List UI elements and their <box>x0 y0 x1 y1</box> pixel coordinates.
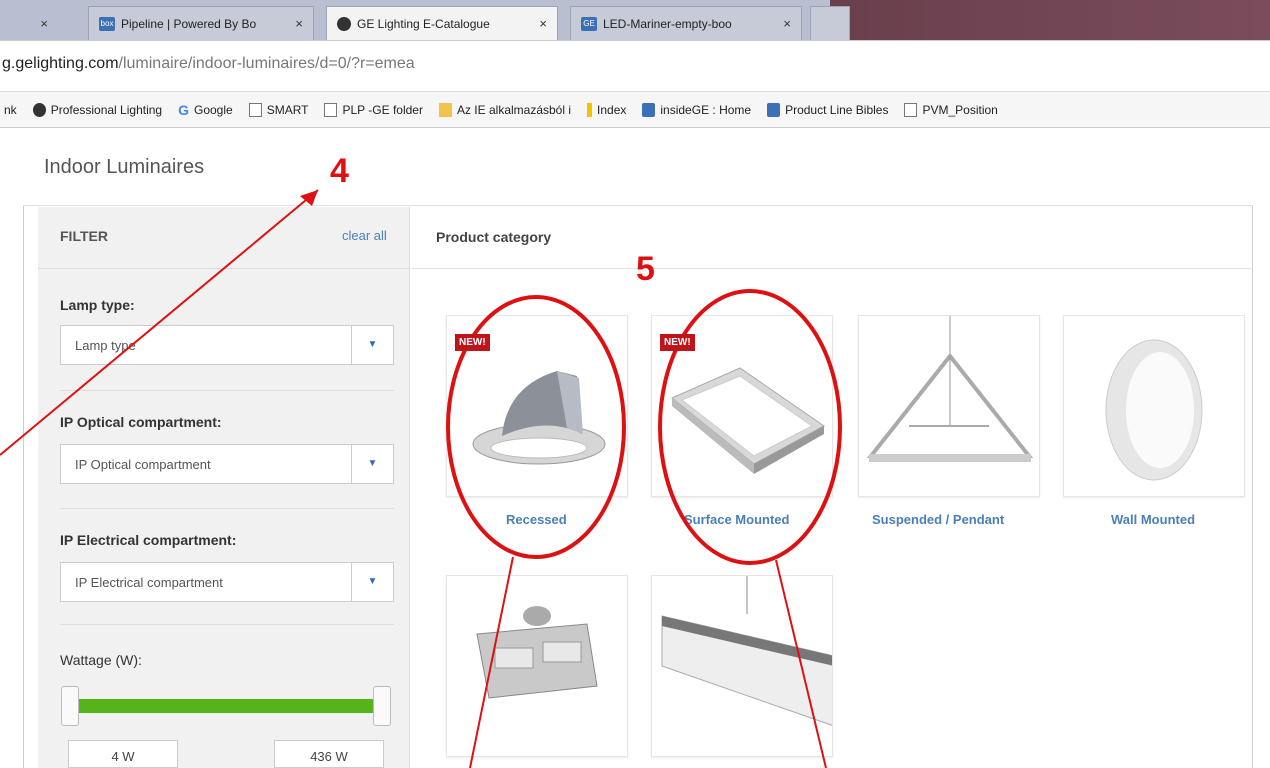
category-card-linear[interactable] <box>651 575 833 757</box>
bookmark-item[interactable]: PLP -GE folder <box>324 102 423 117</box>
bookmark-item[interactable]: Az IE alkalmazásból i <box>438 102 572 117</box>
category-card-highbay[interactable] <box>446 575 628 757</box>
bookmark-item[interactable]: PVM_Position <box>904 102 998 117</box>
address-bar[interactable]: g.gelighting.com/luminaire/indoor-lumina… <box>0 40 1270 92</box>
filter-label: FILTER <box>60 228 108 244</box>
bookmark-item[interactable]: SMART <box>248 102 309 117</box>
filter-sidebar <box>38 207 410 768</box>
bookmark-label: PVM_Position <box>922 102 998 117</box>
category-card-wall-mounted[interactable] <box>1063 315 1245 497</box>
page-header <box>23 128 1253 206</box>
pendant-luminaire-image <box>866 316 1034 462</box>
ip-electrical-select[interactable]: IP Electrical compartment ▼ <box>60 562 394 602</box>
new-tab-button[interactable] <box>810 6 850 40</box>
tab-title: GE Lighting E-Catalogue <box>357 16 490 31</box>
category-card-surface-mounted[interactable]: NEW! <box>651 315 833 497</box>
lamp-type-select[interactable]: Lamp type ▼ <box>60 325 394 365</box>
tab-bar-background <box>830 0 1270 40</box>
wattage-max-input[interactable]: 436 W <box>274 740 384 768</box>
page-icon <box>248 102 262 117</box>
category-card-suspended[interactable] <box>858 315 1040 497</box>
bookmark-label: Az IE alkalmazásból i <box>456 102 572 117</box>
product-category-title: Product category <box>436 229 552 245</box>
tab-ge-catalogue[interactable]: GE Lighting E-Catalogue × <box>326 6 558 40</box>
chevron-down-icon[interactable]: ▼ <box>351 563 393 601</box>
tab-title: Pipeline | Powered By Bo <box>121 16 257 31</box>
annotation-number-4: 4 <box>330 152 349 190</box>
page-icon <box>324 102 338 117</box>
ge-box-icon <box>642 102 656 117</box>
close-icon[interactable]: × <box>295 16 303 31</box>
ip-electrical-label: IP Electrical compartment: <box>60 532 237 548</box>
box-icon: box <box>99 16 115 31</box>
clear-all-link[interactable]: clear all <box>342 228 387 243</box>
ge-box-icon: GE <box>581 16 597 31</box>
ip-optical-label: IP Optical compartment: <box>60 414 222 430</box>
google-icon: G <box>178 101 189 118</box>
index-icon <box>587 102 593 117</box>
linear-luminaire-image <box>661 576 832 726</box>
category-card-recessed[interactable]: NEW! <box>446 315 628 497</box>
bookmark-label: Google <box>193 102 233 117</box>
close-icon[interactable]: × <box>539 16 547 31</box>
tab-led-mariner[interactable]: GE LED-Mariner-empty-boo × <box>570 6 802 40</box>
bookmark-label: Index <box>597 102 627 117</box>
bookmark-item[interactable]: insideGE : Home <box>642 102 752 117</box>
page-icon <box>904 102 918 117</box>
url-path: /luminaire/indoor-luminaires/d=0/?r=emea <box>118 55 415 72</box>
category-label[interactable]: Surface Mounted <box>684 512 789 527</box>
tab-pipeline[interactable]: box Pipeline | Powered By Bo × <box>88 6 314 40</box>
url-host: g.gelighting.com <box>2 55 119 72</box>
wattage-slider-max-handle[interactable] <box>373 686 391 726</box>
select-value: IP Electrical compartment <box>75 575 223 590</box>
link-icon <box>767 102 781 117</box>
chevron-down-icon[interactable]: ▼ <box>351 445 393 483</box>
bookmarks-bar: nk Professional Lighting G Google SMART P… <box>0 92 1270 128</box>
close-icon[interactable]: × <box>783 16 791 31</box>
divider <box>60 508 394 509</box>
lamp-type-label: Lamp type: <box>60 297 135 313</box>
category-label[interactable]: Recessed <box>506 512 567 527</box>
folder-icon <box>438 102 452 117</box>
bookmark-item[interactable]: nk <box>4 103 17 117</box>
close-icon[interactable]: × <box>40 16 48 31</box>
url-text[interactable]: g.gelighting.com/luminaire/indoor-lumina… <box>2 55 415 73</box>
ge-logo-icon <box>32 102 46 117</box>
ip-optical-select[interactable]: IP Optical compartment ▼ <box>60 444 394 484</box>
bookmark-item[interactable]: Professional Lighting <box>32 102 163 117</box>
wattage-min-input[interactable]: 4 W <box>68 740 178 768</box>
category-label[interactable]: Wall Mounted <box>1111 512 1195 527</box>
highbay-luminaire-image <box>476 606 598 699</box>
bookmark-item[interactable]: G Google <box>178 102 233 118</box>
bookmark-label: insideGE : Home <box>660 102 752 117</box>
bookmark-label: SMART <box>266 102 309 117</box>
divider <box>60 624 394 625</box>
wall-luminaire-image <box>1105 339 1203 481</box>
annotation-number-5: 5 <box>636 250 655 288</box>
select-value: IP Optical compartment <box>75 457 211 472</box>
category-label[interactable]: Suspended / Pendant <box>872 512 1004 527</box>
wattage-label: Wattage (W): <box>60 652 142 668</box>
select-value: Lamp type <box>75 338 136 353</box>
tab-title: LED-Mariner-empty-boo <box>603 16 732 31</box>
page-title: Indoor Luminaires <box>44 156 205 178</box>
bookmark-label: Professional Lighting <box>50 102 163 117</box>
wattage-slider-min-handle[interactable] <box>61 686 79 726</box>
chevron-down-icon[interactable]: ▼ <box>351 326 393 364</box>
tab-close-partial[interactable]: × <box>36 6 48 40</box>
bookmark-label: PLP -GE folder <box>342 102 423 117</box>
bookmark-item[interactable]: Index <box>587 102 627 117</box>
new-badge: NEW! <box>455 334 490 351</box>
new-badge: NEW! <box>660 334 695 351</box>
bookmark-item[interactable]: Product Line Bibles <box>767 102 889 117</box>
divider <box>60 390 394 391</box>
ge-logo-icon <box>337 16 351 31</box>
bookmark-label: Product Line Bibles <box>785 102 889 117</box>
bookmark-label: nk <box>4 102 17 117</box>
wattage-slider-range <box>70 699 382 713</box>
